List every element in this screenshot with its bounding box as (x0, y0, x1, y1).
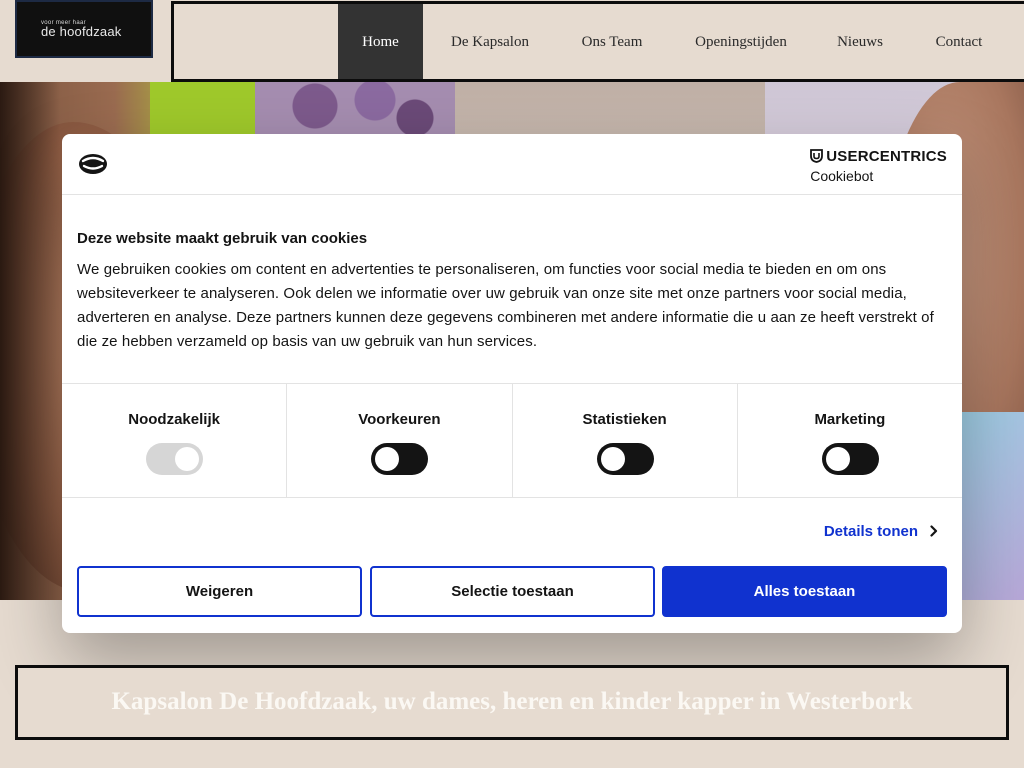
hero-photo-left-hair (0, 82, 60, 600)
statistics-toggle[interactable] (596, 443, 654, 475)
category-label: Marketing (814, 411, 886, 428)
category-necessary: Noodzakelijk (62, 384, 288, 497)
banner-heading: Kapsalon De Hoofdzaak, uw dames, heren e… (111, 688, 913, 715)
nav-item-openingstijden[interactable]: Openingstijden (679, 4, 803, 79)
category-marketing: Marketing (738, 384, 962, 497)
toggle-knob (175, 447, 200, 471)
brand-name: USERCENTRICS (826, 148, 947, 165)
cookie-dialog-description: We gebruiken cookies om content en adver… (77, 261, 934, 350)
cookie-category-toggles: Noodzakelijk Voorkeuren Statistieken Mar… (62, 383, 962, 498)
show-details-label: Details tonen (823, 523, 918, 540)
intro-banner: Kapsalon De Hoofdzaak, uw dames, heren e… (15, 665, 1009, 740)
brand-product: Cookiebot (810, 168, 874, 184)
nav-item-ons-team[interactable]: Ons Team (568, 4, 656, 79)
category-preferences: Voorkeuren (287, 384, 513, 497)
toggle-knob (825, 447, 850, 471)
deny-button[interactable]: Weigeren (77, 566, 362, 617)
usercentrics-brand[interactable]: USERCENTRICS Cookiebot (810, 149, 947, 185)
toggle-knob (375, 447, 400, 471)
nav-item-nieuws[interactable]: Nieuws (826, 4, 894, 79)
cookie-consent-dialog: USERCENTRICS Cookiebot Deze website maak… (62, 134, 962, 633)
chevron-right-icon (930, 524, 938, 541)
nav-item-contact[interactable]: Contact (922, 4, 996, 79)
allow-selection-button[interactable]: Selectie toestaan (370, 566, 655, 617)
logo-name: de hoofdzaak (41, 24, 122, 39)
show-details-link[interactable]: Details tonen (824, 523, 938, 541)
cookiebot-icon (77, 150, 109, 181)
hero-photo-flowers (255, 82, 455, 142)
usercentrics-shield-icon (810, 149, 824, 167)
category-label: Statistieken (582, 411, 667, 428)
nav-item-home[interactable]: Home (338, 4, 423, 79)
cookie-dialog-title: Deze website maakt gebruik van cookies (77, 230, 368, 247)
site-logo[interactable]: voor meer haar de hoofdzaak (15, 0, 153, 58)
category-label: Noodzakelijk (128, 411, 220, 428)
main-navigation: Home De Kapsalon Ons Team Openingstijden… (171, 1, 1024, 82)
necessary-toggle (146, 443, 204, 475)
allow-all-button[interactable]: Alles toestaan (662, 566, 947, 617)
nav-item-de-kapsalon[interactable]: De Kapsalon (438, 4, 542, 79)
toggle-knob (600, 447, 625, 471)
preferences-toggle[interactable] (371, 443, 429, 475)
category-label: Voorkeuren (358, 411, 441, 428)
cookie-dialog-header: USERCENTRICS Cookiebot (62, 134, 962, 195)
category-statistics: Statistieken (513, 384, 738, 497)
marketing-toggle[interactable] (821, 443, 879, 475)
